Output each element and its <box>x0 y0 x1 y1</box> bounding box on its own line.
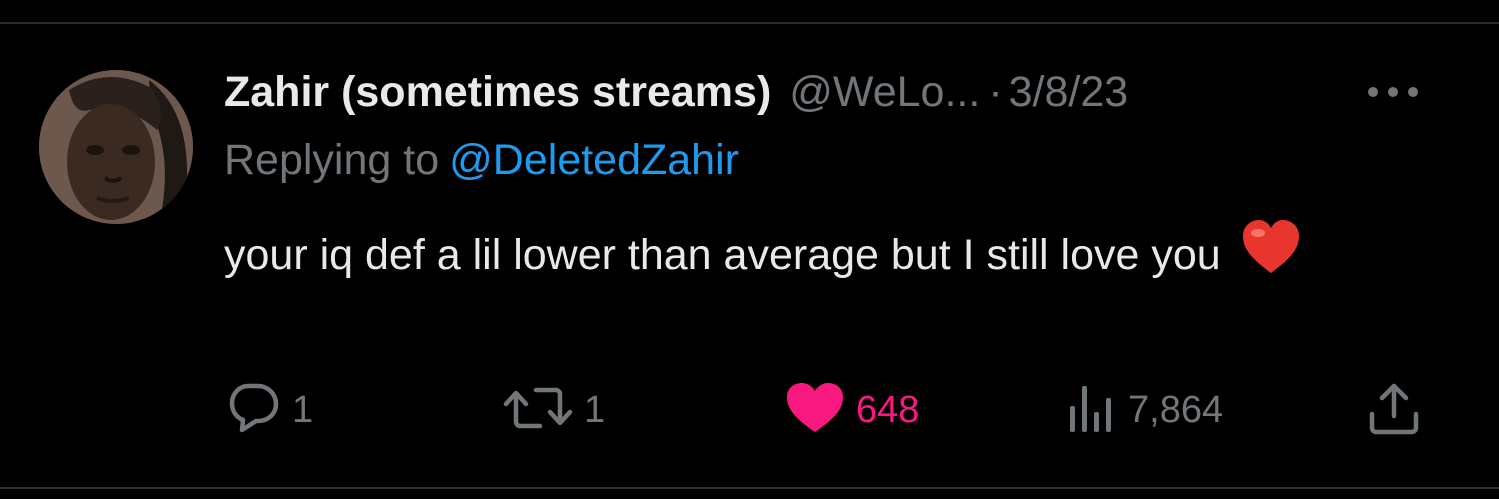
action-bar: 1 1 648 7,864 <box>0 380 1499 440</box>
tweet-body: your iq def a lil lower than average but… <box>224 219 1404 294</box>
share-button[interactable] <box>1366 380 1422 440</box>
reply-count: 1 <box>292 388 314 431</box>
heart-emoji-icon <box>1241 219 1301 294</box>
tweet-date[interactable]: 3/8/23 <box>1009 68 1129 117</box>
tweet-text: your iq def a lil lower than average but… <box>224 231 1221 279</box>
replying-to-line: Replying to @DeletedZahir <box>224 136 739 185</box>
top-divider <box>0 22 1499 24</box>
share-icon <box>1366 380 1422 441</box>
replied-user-link[interactable]: @DeletedZahir <box>449 136 739 184</box>
avatar-image <box>39 70 193 224</box>
heart-icon <box>784 380 846 441</box>
display-name[interactable]: Zahir (sometimes streams) <box>224 68 771 117</box>
tweet-header: Zahir (sometimes streams) @WeLo... · 3/8… <box>224 62 1128 122</box>
reply-button[interactable]: 1 <box>226 380 313 440</box>
more-dots-icon[interactable] <box>1364 80 1422 104</box>
retweet-icon <box>502 380 574 441</box>
avatar[interactable] <box>39 70 193 224</box>
retweet-count: 1 <box>584 388 606 431</box>
views-button[interactable]: 7,864 <box>1066 380 1223 440</box>
views-count: 7,864 <box>1128 388 1224 431</box>
bottom-divider <box>0 487 1499 489</box>
retweet-button[interactable]: 1 <box>502 380 605 440</box>
user-handle[interactable]: @WeLo... <box>789 68 980 117</box>
like-count: 648 <box>856 388 920 431</box>
separator-dot: · <box>988 67 1003 116</box>
replying-to-label: Replying to <box>224 136 440 184</box>
reply-icon <box>226 380 282 441</box>
like-button[interactable]: 648 <box>784 380 919 440</box>
views-icon <box>1066 380 1118 441</box>
